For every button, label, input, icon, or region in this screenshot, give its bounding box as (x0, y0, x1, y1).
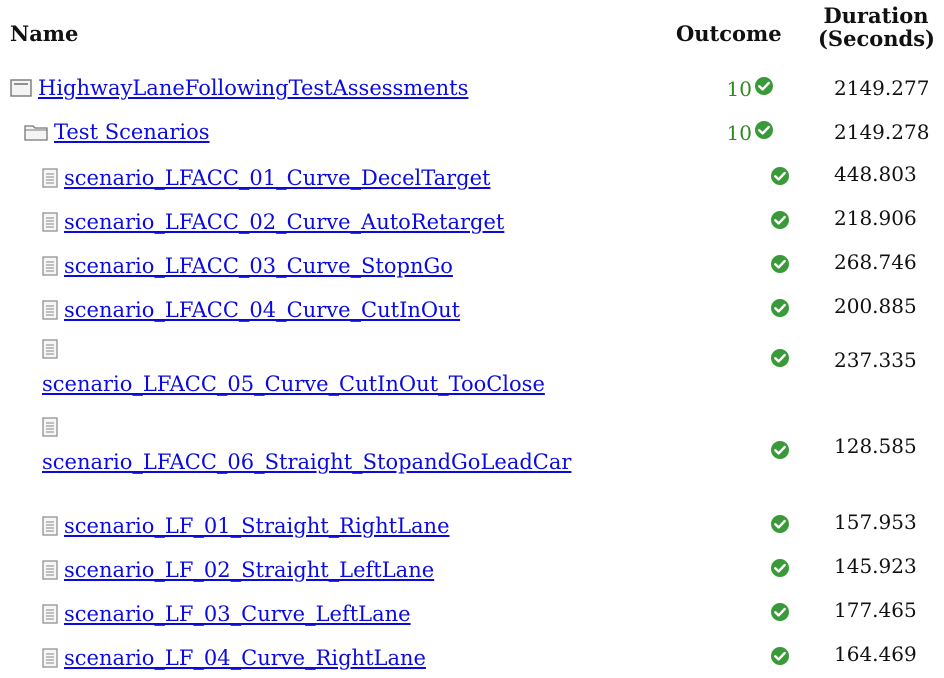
document-icon (42, 212, 58, 232)
tree-row-root: HighwayLaneFollowingTestAssessments 10 2… (0, 74, 944, 108)
scenario-duration: 164.469 (834, 642, 917, 666)
scenario-duration: 145.923 (834, 554, 917, 578)
document-icon (42, 560, 58, 580)
scenario-row: scenario_LFACC_06_Straight_StopandGoLead… (0, 414, 944, 510)
scenario-row: scenario_LF_04_Curve_RightLane 164.469 (0, 642, 944, 678)
duration-header-line2: (Seconds) (818, 26, 935, 51)
pass-check-icon (770, 298, 790, 323)
pass-check-icon (770, 348, 790, 373)
scenario-duration: 448.803 (834, 162, 917, 186)
scenario-row: scenario_LF_03_Curve_LeftLane 177.465 (0, 598, 944, 634)
scenario-duration: 128.585 (834, 434, 917, 458)
document-icon (42, 648, 58, 668)
root-pass-count: 10 (726, 76, 752, 101)
document-icon (42, 168, 58, 188)
pass-check-icon (770, 210, 790, 235)
scenario-row: scenario_LFACC_04_Curve_CutInOut 200.885 (0, 294, 944, 330)
column-header-name: Name (10, 21, 79, 46)
scenario-link[interactable]: scenario_LFACC_06_Straight_StopandGoLead… (42, 450, 571, 474)
root-suite-link[interactable]: HighwayLaneFollowingTestAssessments (38, 76, 468, 100)
scenario-row: scenario_LFACC_01_Curve_DecelTarget 448.… (0, 162, 944, 198)
scenario-duration: 200.885 (834, 294, 917, 318)
scenario-link[interactable]: scenario_LFACC_03_Curve_StopnGo (64, 254, 453, 278)
scenario-link[interactable]: scenario_LF_03_Curve_LeftLane (64, 602, 411, 626)
document-icon (42, 516, 58, 536)
folder-duration: 2149.278 (834, 120, 930, 144)
column-header-outcome: Outcome (676, 21, 782, 46)
scenario-link[interactable]: scenario_LFACC_04_Curve_CutInOut (64, 298, 460, 322)
scenario-row: scenario_LFACC_03_Curve_StopnGo 268.746 (0, 250, 944, 286)
scenario-link[interactable]: scenario_LFACC_02_Curve_AutoRetarget (64, 210, 504, 234)
collapse-box-icon[interactable] (10, 79, 32, 97)
scenario-row: scenario_LF_02_Straight_LeftLane 145.923 (0, 554, 944, 590)
scenario-duration: 177.465 (834, 598, 917, 622)
scenario-duration: 268.746 (834, 250, 917, 274)
scenario-row: scenario_LF_01_Straight_RightLane 157.95… (0, 510, 944, 546)
pass-check-icon (770, 254, 790, 279)
scenario-duration: 218.906 (834, 206, 917, 230)
scenario-row: scenario_LFACC_05_Curve_CutInOut_TooClos… (0, 336, 944, 404)
document-icon (42, 336, 606, 360)
pass-check-icon (770, 602, 790, 627)
scenario-duration: 237.335 (834, 348, 917, 372)
pass-check-icon (770, 646, 790, 671)
test-scenarios-link[interactable]: Test Scenarios (54, 120, 210, 144)
tree-row-folder: Test Scenarios 10 2149.278 (0, 118, 944, 152)
folder-icon (24, 123, 48, 141)
pass-check-icon (770, 514, 790, 539)
scenario-link[interactable]: scenario_LF_01_Straight_RightLane (64, 514, 450, 538)
folder-pass-count: 10 (726, 120, 752, 145)
pass-check-icon (754, 76, 774, 101)
document-icon (42, 414, 596, 438)
pass-check-icon (754, 120, 774, 145)
pass-check-icon (770, 166, 790, 191)
document-icon (42, 256, 58, 276)
scenario-link[interactable]: scenario_LFACC_01_Curve_DecelTarget (64, 166, 490, 190)
duration-header-line1: Duration (823, 3, 929, 28)
pass-check-icon (770, 558, 790, 583)
scenario-row: scenario_LFACC_02_Curve_AutoRetarget 218… (0, 206, 944, 242)
document-icon (42, 300, 58, 320)
scenario-link[interactable]: scenario_LFACC_05_Curve_CutInOut_TooClos… (42, 372, 545, 396)
column-header-duration: Duration (Seconds) (818, 3, 935, 51)
root-duration: 2149.277 (834, 76, 930, 100)
pass-check-icon (770, 440, 790, 465)
document-icon (42, 604, 58, 624)
scenario-link[interactable]: scenario_LF_02_Straight_LeftLane (64, 558, 434, 582)
scenario-duration: 157.953 (834, 510, 917, 534)
scenario-link[interactable]: scenario_LF_04_Curve_RightLane (64, 646, 426, 670)
